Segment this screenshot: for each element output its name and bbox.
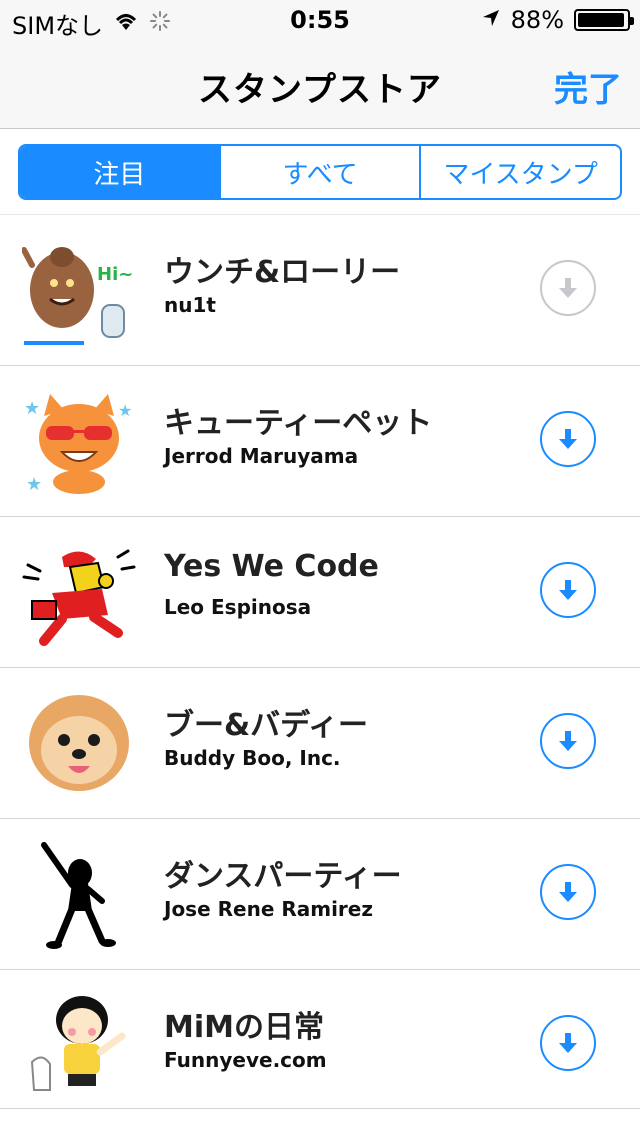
download-arrow-icon (559, 580, 577, 600)
sticker-author: Jose Rene Ramirez (164, 897, 374, 921)
battery-icon (574, 9, 634, 31)
sticker-author: nu1t (164, 293, 216, 317)
sticker-thumbnail-runner (22, 537, 136, 647)
download-arrow-icon (559, 1033, 577, 1053)
list-item[interactable]: MiMの日常 Funnyeve.com (0, 970, 640, 1121)
sticker-title: キューティーペット (164, 406, 433, 441)
segment-all[interactable]: すべて (218, 146, 420, 198)
category-segmented-control: 注目 すべて マイスタンプ (18, 144, 622, 200)
sticker-title: ウンチ&ローリー (164, 255, 401, 290)
battery-percent: 88% (510, 6, 564, 34)
download-arrow-icon (559, 429, 577, 449)
list-item[interactable]: ★ ★ ★ キューティーペット Jerrod Maruyama (0, 366, 640, 517)
download-arrow-icon (559, 882, 577, 902)
segment-featured[interactable]: 注目 (20, 146, 219, 198)
download-arrow-icon (559, 731, 577, 751)
sticker-title: Yes We Code (164, 549, 379, 584)
sticker-title: ダンスパーティー (164, 859, 402, 894)
sticker-thumbnail-girl (22, 990, 136, 1100)
location-arrow-icon (481, 6, 501, 34)
status-right: 88% (481, 6, 634, 34)
svg-text:★: ★ (26, 474, 42, 495)
list-item-partial (0, 1108, 640, 1137)
download-button[interactable] (540, 1015, 596, 1071)
sticker-thumbnail-cat: ★ ★ ★ (22, 386, 136, 496)
sticker-thumbnail-dog (22, 688, 136, 798)
list-item[interactable]: Yes We Code Leo Espinosa (0, 517, 640, 668)
sticker-author: Buddy Boo, Inc. (164, 746, 341, 770)
sticker-author: Funnyeve.com (164, 1048, 327, 1072)
sticker-author: Leo Espinosa (164, 595, 312, 619)
navigation-bar: スタンプストア 完了 (0, 40, 640, 129)
list-item[interactable]: ブー&バディー Buddy Boo, Inc. (0, 668, 640, 819)
done-button[interactable]: 完了 (554, 62, 622, 111)
list-item[interactable]: ダンスパーティー Jose Rene Ramirez (0, 819, 640, 970)
download-button[interactable] (540, 713, 596, 769)
sticker-thumbnail-poop: Hi~ (21, 235, 136, 345)
svg-text:★: ★ (24, 398, 40, 419)
download-button[interactable] (540, 864, 596, 920)
sticker-list: Hi~ ウンチ&ローリー nu1t ★ ★ ★ キューティーペット Jerrod… (0, 214, 640, 1121)
sticker-title: MiMの日常 (164, 1010, 324, 1045)
sticker-thumbnail-dancer (22, 839, 136, 949)
sticker-author: Jerrod Maruyama (164, 444, 359, 468)
segment-my-stickers[interactable]: マイスタンプ (419, 146, 620, 198)
sticker-title: ブー&バディー (164, 708, 369, 743)
page-title: スタンプストア (198, 70, 442, 110)
svg-text:★: ★ (118, 401, 132, 420)
svg-text:Hi~: Hi~ (97, 264, 133, 285)
list-item[interactable]: Hi~ ウンチ&ローリー nu1t (0, 214, 640, 366)
download-button[interactable] (540, 260, 596, 316)
download-arrow-icon (559, 278, 577, 298)
download-button[interactable] (540, 411, 596, 467)
download-button[interactable] (540, 562, 596, 618)
status-bar: SIMなし 0:55 88% (0, 0, 640, 40)
